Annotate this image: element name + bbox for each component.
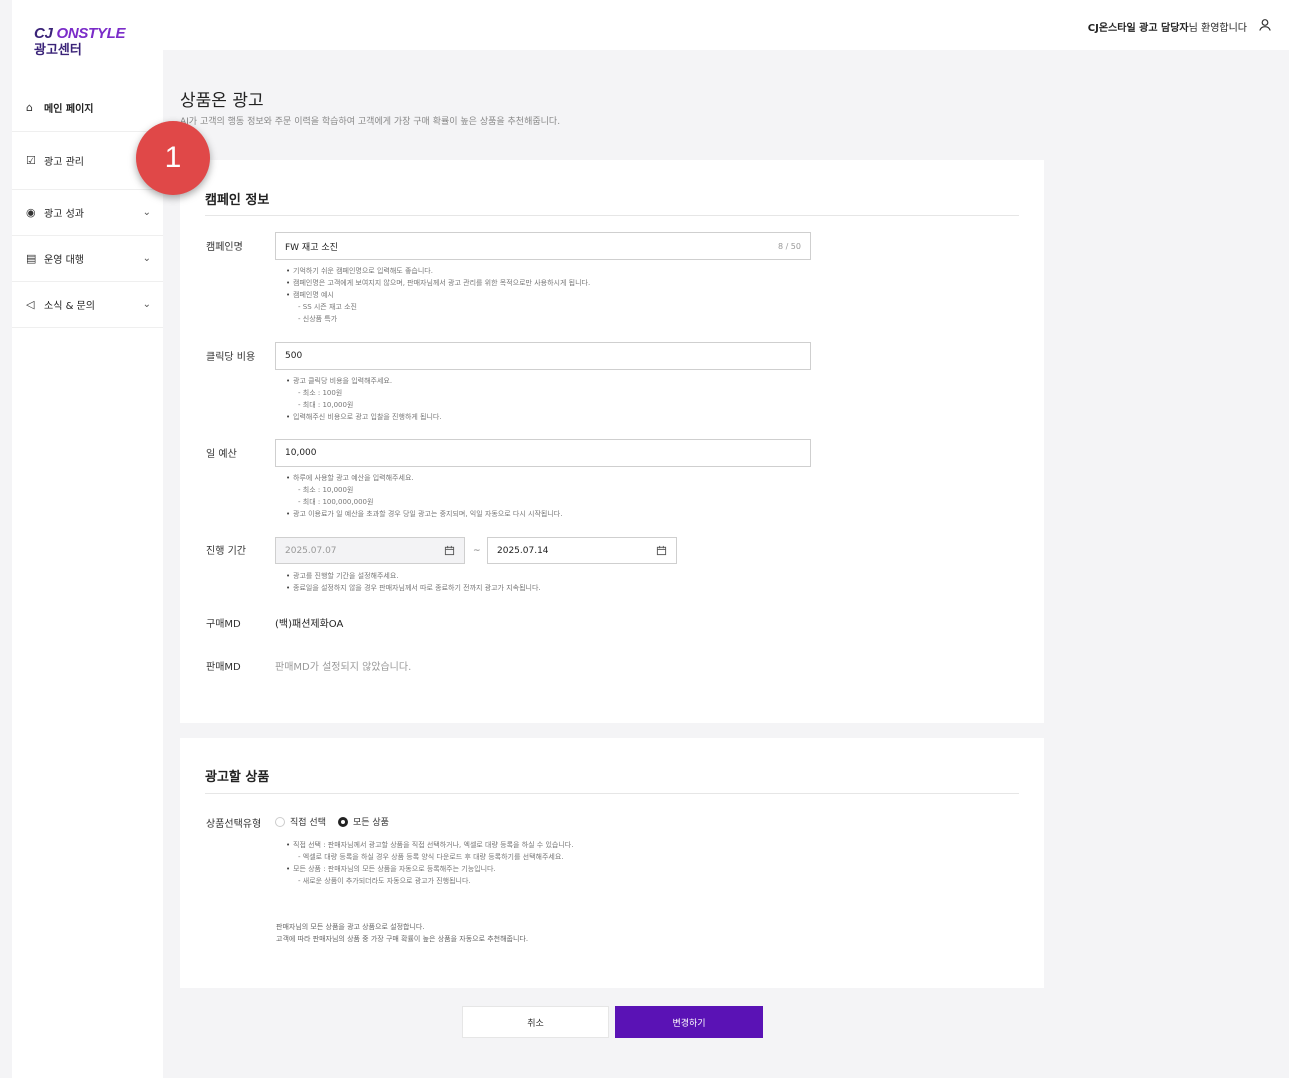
period-end-value: 2025.07.14 <box>497 545 549 556</box>
divider <box>205 215 1019 216</box>
help-item: - 신상품 특가 <box>298 315 338 323</box>
sidebar-item-news-inquiry[interactable]: ◁ 소식 & 문의 ⌄ <box>12 282 163 328</box>
home-icon: ⌂ <box>26 101 33 114</box>
daily-budget-help: 하루에 사용할 광고 예산을 입력해주세요. - 최소 : 10,000원 - … <box>284 472 562 520</box>
user-name: CJ온스타일 광고 담당자 <box>1087 23 1189 34</box>
cpc-help: 광고 클릭당 비용을 입력해주세요. - 최소 : 100원 - 최대 : 10… <box>284 375 442 423</box>
help-item: 기억하기 쉬운 캠페인명으로 입력해도 좋습니다. <box>284 265 590 277</box>
help-item: 직접 선택 : 판매자님께서 광고할 상품을 직접 선택하거나, 엑셀로 대량 … <box>284 839 573 851</box>
product-type-help: 직접 선택 : 판매자님께서 광고할 상품을 직접 선택하거나, 엑셀로 대량 … <box>284 839 573 887</box>
all-products-note: 판매자님의 모든 상품을 광고 상품으로 설정합니다. 고객에 따라 판매자님의… <box>276 921 528 945</box>
divider <box>205 793 1019 794</box>
product-select-type-label: 상품선택유형 <box>206 819 262 830</box>
sidebar-item-ad-performance[interactable]: ◉ 광고 성과 ⌄ <box>12 190 163 236</box>
chevron-down-icon: ⌄ <box>142 207 151 218</box>
campaign-name-help: 기억하기 쉬운 캠페인명으로 입력해도 좋습니다. 캠페인명은 고객에게 보여지… <box>284 265 590 325</box>
sidebar-item-label: 메인 페이지 <box>44 104 94 115</box>
chevron-down-icon: ⌄ <box>142 299 151 310</box>
logo[interactable]: CJ ONSTYLE 광고센터 <box>34 25 126 58</box>
welcome-suffix: 님 환영합니다 <box>1188 23 1247 34</box>
logo-subtitle: 광고센터 <box>34 43 82 58</box>
period-end-input[interactable]: 2025.07.14 <box>487 537 677 564</box>
sidebar-item-label: 광고 성과 <box>44 209 84 220</box>
ad-products-title: 광고할 상품 <box>205 770 270 785</box>
sidebar-item-label: 광고 관리 <box>44 157 84 168</box>
sidebar-item-label: 소식 & 문의 <box>44 301 95 312</box>
sell-md-label: 판매MD <box>206 662 241 673</box>
buy-md-label: 구매MD <box>206 619 241 630</box>
ad-manage-icon: ☑ <box>26 154 36 167</box>
help-item: - 최대 : 100,000,000원 <box>298 498 374 506</box>
help-item: - SS 시즌 재고 소진 <box>298 303 357 311</box>
help-item: 광고 이용료가 일 예산을 초과할 경우 당일 광고는 중지되며, 익일 자동으… <box>284 508 562 520</box>
sidebar-item-main-page[interactable]: ⌂ 메인 페이지 <box>12 84 163 132</box>
logo-brand-cj: CJ <box>34 25 53 42</box>
welcome-message: CJ온스타일 광고 담당자님 환영합니다 <box>1088 19 1247 34</box>
cpc-input[interactable]: 500 <box>275 342 811 370</box>
cpc-label: 클릭당 비용 <box>206 352 256 363</box>
help-item: 종료일을 설정하지 않을 경우 판매자님께서 따로 종료하기 전까지 광고가 지… <box>284 582 541 594</box>
cancel-button[interactable]: 취소 <box>462 1006 609 1038</box>
logo-brand-onstyle: ONSTYLE <box>56 25 126 42</box>
note-line: 고객에 따라 판매자님의 상품 중 가장 구매 확률이 높은 상품을 자동으로 … <box>276 935 529 943</box>
sidebar-item-label: 운영 대행 <box>44 255 84 266</box>
daily-budget-input[interactable]: 10,000 <box>275 439 811 467</box>
campaign-name-label: 캠페인명 <box>206 242 243 253</box>
radio-direct-select[interactable]: 직접 선택 <box>275 815 326 828</box>
chevron-down-icon: ⌄ <box>142 253 151 264</box>
help-item: 캠페인명 예시 <box>284 289 590 301</box>
help-item: 광고를 진행할 기간을 설정해주세요. <box>284 570 541 582</box>
period-separator: ~ <box>473 546 481 556</box>
help-item: - 최대 : 10,000원 <box>298 401 354 409</box>
help-item: 캠페인명은 고객에게 보여지지 않으며, 판매자님께서 광고 관리를 위한 목적… <box>284 277 590 289</box>
user-icon[interactable] <box>1257 17 1273 33</box>
calendar-icon[interactable] <box>656 545 667 556</box>
sidebar-item-operation-agency[interactable]: ▤ 운영 대행 ⌄ <box>12 236 163 282</box>
campaign-info-card: 캠페인 정보 캠페인명 FW 재고 소진 8 / 50 기억하기 쉬운 캠페인명… <box>180 160 1044 723</box>
sidebar-nav: ⌂ 메인 페이지 ☑ 광고 관리 ◉ 광고 성과 ⌄ ▤ 운영 대행 ⌄ ◁ 소… <box>12 84 163 328</box>
ad-products-card: 광고할 상품 상품선택유형 직접 선택 모든 상품 직접 선택 : 판매자님께서… <box>180 738 1044 988</box>
product-select-type-group: 직접 선택 모든 상품 <box>275 815 401 828</box>
performance-icon: ◉ <box>26 206 36 219</box>
period-start-value: 2025.07.07 <box>285 545 337 556</box>
char-count: 8 / 50 <box>777 241 801 251</box>
help-item: 모든 상품 : 판매자님의 모든 상품을 자동으로 등록해주는 기능입니다. <box>284 863 573 875</box>
radio-label: 직접 선택 <box>290 818 326 828</box>
top-bar: CJ온스타일 광고 담당자님 환영합니다 <box>163 0 1289 50</box>
help-item: - 엑셀로 대량 등록을 하실 경우 상품 등록 양식 다운로드 후 대량 등록… <box>298 853 564 861</box>
period-help: 광고를 진행할 기간을 설정해주세요. 종료일을 설정하지 않을 경우 판매자님… <box>284 570 541 594</box>
megaphone-icon: ◁ <box>26 298 35 311</box>
help-item: 광고 클릭당 비용을 입력해주세요. <box>284 375 442 387</box>
daily-budget-label: 일 예산 <box>206 449 237 460</box>
help-item: 하루에 사용할 광고 예산을 입력해주세요. <box>284 472 562 484</box>
page-title: 상품온 광고 <box>180 91 264 111</box>
period-start-input[interactable]: 2025.07.07 <box>275 537 465 564</box>
page-description: AI가 고객의 행동 정보와 주문 이력을 학습하여 고객에게 가장 구매 확률… <box>180 117 561 127</box>
calendar-icon[interactable] <box>444 545 455 556</box>
step-badge: 1 <box>136 121 210 195</box>
radio-checked-icon <box>337 816 348 827</box>
sell-md-value: 판매MD가 설정되지 않았습니다. <box>275 662 412 673</box>
radio-all-products[interactable]: 모든 상품 <box>337 815 389 828</box>
help-item: - 새로운 상품이 추가되더라도 자동으로 광고가 진행됩니다. <box>298 877 471 885</box>
cpc-value: 500 <box>285 351 303 361</box>
buy-md-value: (백)패션제화OA <box>275 619 344 630</box>
help-item: - 최소 : 10,000원 <box>298 486 354 494</box>
radio-icon <box>275 816 285 827</box>
period-label: 진행 기간 <box>206 546 246 557</box>
save-changes-button[interactable]: 변경하기 <box>615 1006 763 1038</box>
agency-icon: ▤ <box>26 252 37 265</box>
radio-label: 모든 상품 <box>352 818 389 828</box>
campaign-info-title: 캠페인 정보 <box>205 193 270 208</box>
campaign-name-value: FW 재고 소진 <box>285 242 338 253</box>
help-item: - 최소 : 100원 <box>298 389 343 397</box>
campaign-name-input[interactable]: FW 재고 소진 8 / 50 <box>275 232 811 260</box>
daily-budget-value: 10,000 <box>285 448 317 458</box>
help-item: 입력해주신 비용으로 광고 입찰을 진행하게 됩니다. <box>284 411 442 423</box>
note-line: 판매자님의 모든 상품을 광고 상품으로 설정합니다. <box>276 923 425 931</box>
